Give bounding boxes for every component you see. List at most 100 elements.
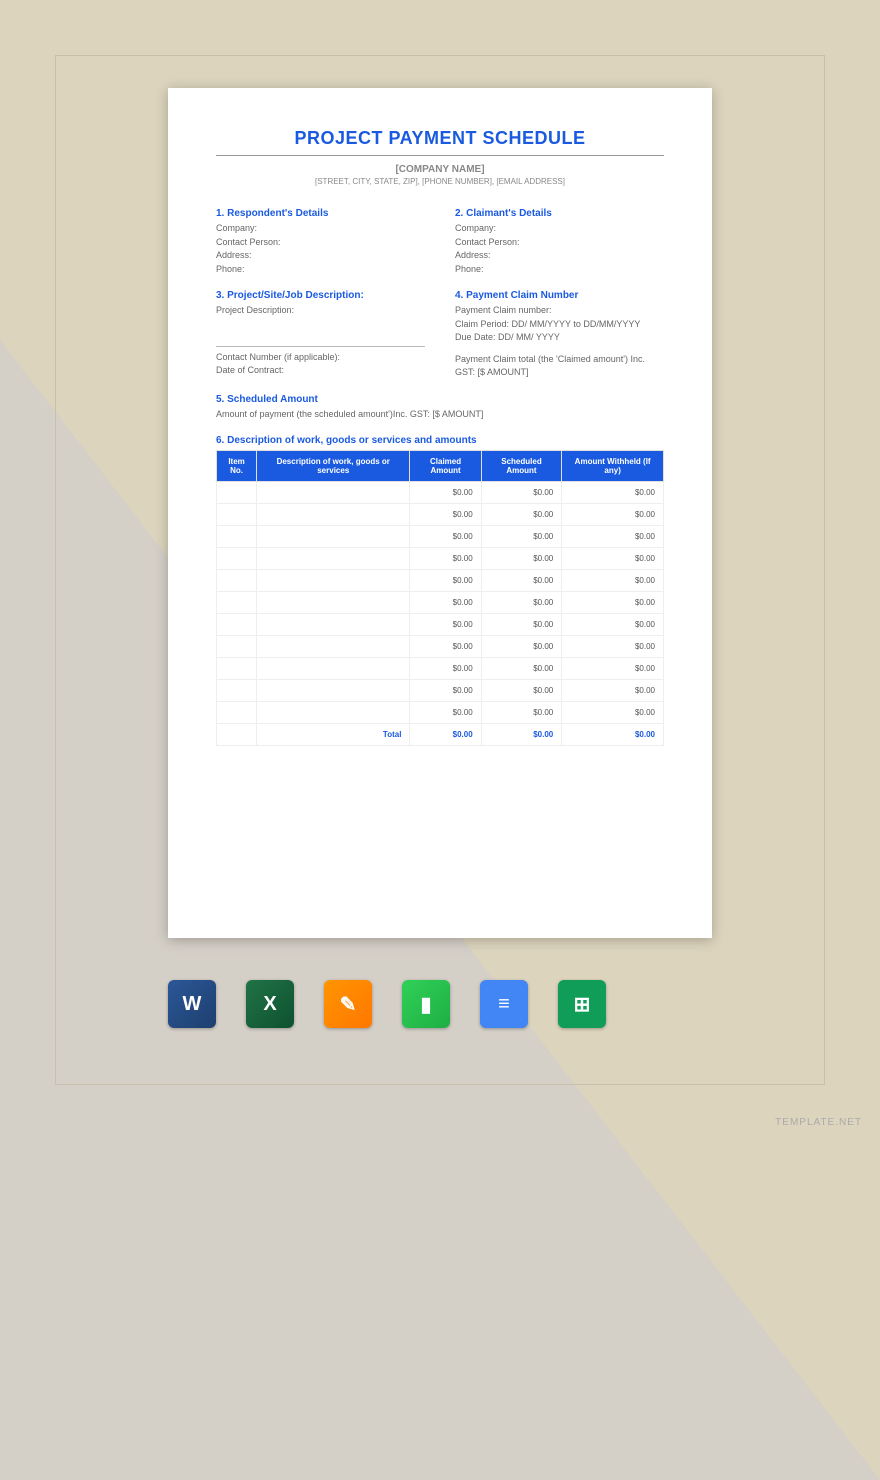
cell-desc [257, 702, 410, 724]
cell-desc [257, 570, 410, 592]
payment-claim-due-date: Due Date: DD/ MM/ YYYY [455, 331, 664, 345]
cell-item [217, 636, 257, 658]
cell-claimed: $0.00 [410, 614, 481, 636]
table-row: $0.00$0.00$0.00 [217, 482, 664, 504]
cell-desc [257, 636, 410, 658]
cell-withheld: $0.00 [562, 570, 664, 592]
company-name: [COMPANY NAME] [216, 164, 664, 175]
col-scheduled: Scheduled Amount [481, 451, 562, 482]
total-label: Total [257, 724, 410, 746]
total-scheduled: $0.00 [481, 724, 562, 746]
company-contact-line: [STREET, CITY, STATE, ZIP], [PHONE NUMBE… [216, 177, 664, 186]
cell-desc [257, 548, 410, 570]
cell-scheduled: $0.00 [481, 526, 562, 548]
cell-desc [257, 526, 410, 548]
claimant-phone: Phone: [455, 263, 664, 277]
col-item-no: Item No. [217, 451, 257, 482]
respondent-company: Company: [216, 222, 425, 236]
project-contact-number: Contact Number (if applicable): [216, 351, 425, 365]
document-page: PROJECT PAYMENT SCHEDULE [COMPANY NAME] … [168, 88, 712, 938]
cell-desc [257, 482, 410, 504]
page-title: PROJECT PAYMENT SCHEDULE [216, 128, 664, 149]
cell-item [217, 548, 257, 570]
table-row: $0.00$0.00$0.00 [217, 504, 664, 526]
cell-scheduled: $0.00 [481, 614, 562, 636]
total-claimed: $0.00 [410, 724, 481, 746]
project-rule [216, 346, 425, 347]
numbers-icon: ▮ [402, 980, 450, 1028]
cell-claimed: $0.00 [410, 548, 481, 570]
cell-scheduled: $0.00 [481, 504, 562, 526]
table-row: $0.00$0.00$0.00 [217, 636, 664, 658]
respondent-heading: 1. Respondent's Details [216, 208, 425, 219]
cell-withheld: $0.00 [562, 504, 664, 526]
cell-scheduled: $0.00 [481, 636, 562, 658]
respondent-section: 1. Respondent's Details Company: Contact… [216, 208, 425, 276]
gsheets-icon: ⊞ [558, 980, 606, 1028]
total-withheld: $0.00 [562, 724, 664, 746]
respondent-contact-person: Contact Person: [216, 236, 425, 250]
cell-item [217, 702, 257, 724]
claimant-contact-person: Contact Person: [455, 236, 664, 250]
payment-claim-section: 4. Payment Claim Number Payment Claim nu… [455, 290, 664, 380]
claimant-address: Address: [455, 249, 664, 263]
project-section: 3. Project/Site/Job Description: Project… [216, 290, 425, 380]
cell-withheld: $0.00 [562, 680, 664, 702]
cell-claimed: $0.00 [410, 636, 481, 658]
cell-item [217, 482, 257, 504]
claimant-section: 2. Claimant's Details Company: Contact P… [455, 208, 664, 276]
cell-claimed: $0.00 [410, 526, 481, 548]
cell-claimed: $0.00 [410, 570, 481, 592]
total-row: Total $0.00 $0.00 $0.00 [217, 724, 664, 746]
cell-withheld: $0.00 [562, 614, 664, 636]
project-date-of-contract: Date of Contract: [216, 364, 425, 378]
cell-desc [257, 504, 410, 526]
work-table: Item No. Description of work, goods or s… [216, 450, 664, 746]
cell-claimed: $0.00 [410, 658, 481, 680]
payment-claim-total: Payment Claim total (the 'Claimed amount… [455, 353, 664, 380]
cell-item [217, 680, 257, 702]
cell-withheld: $0.00 [562, 702, 664, 724]
cell-claimed: $0.00 [410, 592, 481, 614]
cell-claimed: $0.00 [410, 702, 481, 724]
cell-withheld: $0.00 [562, 658, 664, 680]
table-row: $0.00$0.00$0.00 [217, 526, 664, 548]
table-row: $0.00$0.00$0.00 [217, 614, 664, 636]
payment-claim-period: Claim Period: DD/ MM/YYYY to DD/MM/YYYY [455, 318, 664, 332]
cell-scheduled: $0.00 [481, 548, 562, 570]
table-row: $0.00$0.00$0.00 [217, 592, 664, 614]
cell-item [217, 592, 257, 614]
cell-claimed: $0.00 [410, 504, 481, 526]
cell-scheduled: $0.00 [481, 592, 562, 614]
cell-scheduled: $0.00 [481, 570, 562, 592]
cell-desc [257, 658, 410, 680]
cell-scheduled: $0.00 [481, 658, 562, 680]
cell-item [217, 570, 257, 592]
project-heading: 3. Project/Site/Job Description: [216, 290, 425, 301]
claimant-heading: 2. Claimant's Details [455, 208, 664, 219]
table-row: $0.00$0.00$0.00 [217, 570, 664, 592]
col-withheld: Amount Withheld (If any) [562, 451, 664, 482]
table-row: $0.00$0.00$0.00 [217, 548, 664, 570]
payment-claim-number: Payment Claim number: [455, 304, 664, 318]
cell-withheld: $0.00 [562, 548, 664, 570]
title-rule [216, 155, 664, 156]
cell-desc [257, 680, 410, 702]
cell-withheld: $0.00 [562, 636, 664, 658]
respondent-phone: Phone: [216, 263, 425, 277]
cell-claimed: $0.00 [410, 482, 481, 504]
cell-item [217, 658, 257, 680]
cell-withheld: $0.00 [562, 482, 664, 504]
respondent-address: Address: [216, 249, 425, 263]
cell-item [217, 614, 257, 636]
col-description: Description of work, goods or services [257, 451, 410, 482]
app-icons-row: W X ✎ ▮ ≡ ⊞ [168, 980, 606, 1028]
pages-icon: ✎ [324, 980, 372, 1028]
watermark: TEMPLATE.NET [775, 1117, 862, 1128]
claimant-company: Company: [455, 222, 664, 236]
cell-withheld: $0.00 [562, 526, 664, 548]
cell-item [217, 526, 257, 548]
project-description: Project Description: [216, 304, 425, 318]
cell-item [217, 504, 257, 526]
table-row: $0.00$0.00$0.00 [217, 658, 664, 680]
